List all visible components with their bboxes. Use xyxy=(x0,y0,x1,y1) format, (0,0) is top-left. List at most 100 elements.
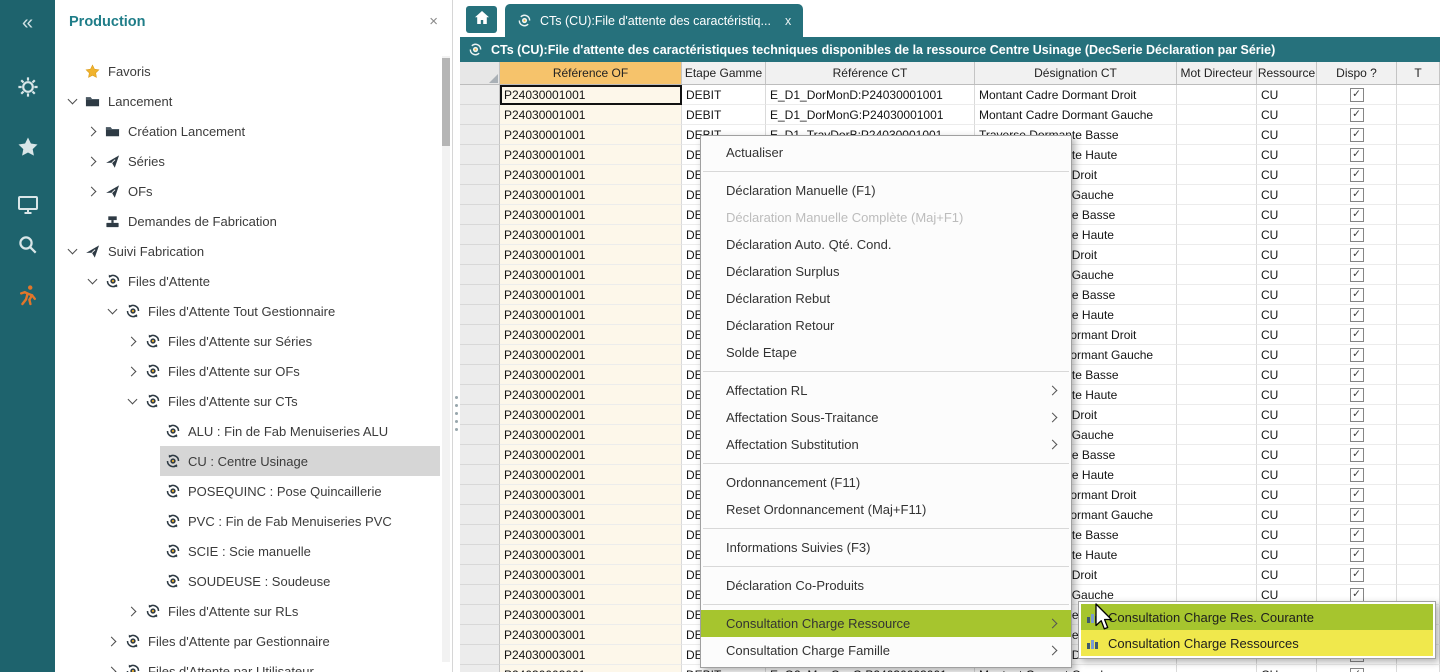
row-selector[interactable] xyxy=(460,625,500,645)
cell-mot[interactable] xyxy=(1177,265,1257,285)
dispo-checkbox[interactable]: ✓ xyxy=(1350,568,1364,582)
cell-ressource[interactable]: CU xyxy=(1257,225,1317,245)
dispo-checkbox[interactable]: ✓ xyxy=(1350,188,1364,202)
row-selector[interactable] xyxy=(460,485,500,505)
menu-item[interactable]: Consultation Charge Famille xyxy=(701,637,1071,664)
tree-item[interactable]: CU : Centre Usinage xyxy=(55,446,440,476)
column-header-5[interactable]: Mot Directeur xyxy=(1177,62,1257,84)
cell-mot[interactable] xyxy=(1177,445,1257,465)
row-selector[interactable] xyxy=(460,645,500,665)
home-button[interactable] xyxy=(466,6,497,33)
cell-ressource[interactable]: CU xyxy=(1257,285,1317,305)
column-header-6[interactable]: Ressource xyxy=(1257,62,1317,84)
tree-item[interactable]: Suivi Fabrication xyxy=(55,236,440,266)
tree-item[interactable]: Files d'Attente par Utilisateur xyxy=(55,656,440,672)
cell-mot[interactable] xyxy=(1177,545,1257,565)
menu-item[interactable]: Reset Ordonnancement (Maj+F11) xyxy=(701,496,1071,523)
chevron-expanded-icon[interactable] xyxy=(64,243,80,259)
row-selector[interactable] xyxy=(460,545,500,565)
row-selector[interactable] xyxy=(460,85,500,105)
sidebar-close-button[interactable]: × xyxy=(429,13,438,30)
column-header-1[interactable]: Référence OF xyxy=(500,62,682,84)
cell-ressource[interactable]: CU xyxy=(1257,525,1317,545)
cell-dispo[interactable]: ✓ xyxy=(1317,185,1397,205)
tree-item[interactable]: Files d'Attente sur CTs xyxy=(55,386,440,416)
dispo-checkbox[interactable]: ✓ xyxy=(1350,668,1364,672)
cell-extra[interactable] xyxy=(1397,565,1440,585)
chevron-collapsed-icon[interactable] xyxy=(104,633,120,649)
cell-of[interactable]: P24030003001 xyxy=(500,565,682,585)
cell-ressource[interactable]: CU xyxy=(1257,405,1317,425)
row-selector[interactable] xyxy=(460,145,500,165)
dispo-checkbox[interactable]: ✓ xyxy=(1350,488,1364,502)
dispo-checkbox[interactable]: ✓ xyxy=(1350,468,1364,482)
tree-item[interactable]: Demandes de Fabrication xyxy=(55,206,440,236)
cell-of[interactable]: P24030001001 xyxy=(500,125,682,145)
chevron-expanded-icon[interactable] xyxy=(104,303,120,319)
chevron-collapsed-icon[interactable] xyxy=(104,663,120,672)
cell-of[interactable]: P24030001001 xyxy=(500,85,682,105)
cell-extra[interactable] xyxy=(1397,385,1440,405)
menu-item[interactable]: Déclaration Manuelle (F1) xyxy=(701,177,1071,204)
cell-of[interactable]: P24030002001 xyxy=(500,365,682,385)
cell-extra[interactable] xyxy=(1397,325,1440,345)
column-header-7[interactable]: Dispo ? xyxy=(1317,62,1397,84)
cell-dispo[interactable]: ✓ xyxy=(1317,465,1397,485)
cell-mot[interactable] xyxy=(1177,245,1257,265)
cell-of[interactable]: P24030003001 xyxy=(500,645,682,665)
tree-item-inner[interactable]: Suivi Fabrication xyxy=(80,236,440,266)
cell-of[interactable]: P24030002001 xyxy=(500,425,682,445)
tree-item-inner[interactable]: CU : Centre Usinage xyxy=(160,446,440,476)
menu-item[interactable]: Déclaration Surplus xyxy=(701,258,1071,285)
row-selector[interactable] xyxy=(460,285,500,305)
dispo-checkbox[interactable]: ✓ xyxy=(1350,328,1364,342)
tree-item[interactable]: Files d'Attente sur Séries xyxy=(55,326,440,356)
row-selector[interactable] xyxy=(460,105,500,125)
dispo-checkbox[interactable]: ✓ xyxy=(1350,168,1364,182)
tree-item[interactable]: PVC : Fin de Fab Menuiseries PVC xyxy=(55,506,440,536)
row-selector[interactable] xyxy=(460,325,500,345)
cell-dispo[interactable]: ✓ xyxy=(1317,245,1397,265)
tree-item-inner[interactable]: Favoris xyxy=(80,56,440,86)
collapse-panel-button[interactable]: « xyxy=(0,2,55,44)
cell-of[interactable]: P24030001001 xyxy=(500,185,682,205)
row-selector[interactable] xyxy=(460,665,500,672)
menu-item[interactable]: Déclaration Manuelle Complète (Maj+F1) xyxy=(701,204,1071,231)
cell-ressource[interactable]: CU xyxy=(1257,345,1317,365)
chevron-expanded-icon[interactable] xyxy=(84,273,100,289)
cell-dispo[interactable]: ✓ xyxy=(1317,225,1397,245)
cell-of[interactable]: P24030001001 xyxy=(500,145,682,165)
cell-ressource[interactable]: CU xyxy=(1257,665,1317,672)
cell-of[interactable]: P24030003001 xyxy=(500,505,682,525)
cell-mot[interactable] xyxy=(1177,165,1257,185)
cell-ressource[interactable]: CU xyxy=(1257,325,1317,345)
cell-ressource[interactable]: CU xyxy=(1257,145,1317,165)
tree-item-inner[interactable]: SCIE : Scie manuelle xyxy=(160,536,440,566)
table-row[interactable]: P24030001001DEBITE_D1_DorMonG:P240300010… xyxy=(460,105,1440,125)
tree-item-inner[interactable]: OFs xyxy=(100,176,440,206)
cell-dispo[interactable]: ✓ xyxy=(1317,165,1397,185)
cell-mot[interactable] xyxy=(1177,425,1257,445)
cell-extra[interactable] xyxy=(1397,285,1440,305)
cell-ressource[interactable]: CU xyxy=(1257,565,1317,585)
row-selector[interactable] xyxy=(460,425,500,445)
tree-item-inner[interactable]: Files d'Attente sur RLs xyxy=(140,596,440,626)
table-row[interactable]: P24030001001DEBITE_D1_DorMonD:P240300010… xyxy=(460,85,1440,105)
chevron-collapsed-icon[interactable] xyxy=(124,333,140,349)
cell-mot[interactable] xyxy=(1177,345,1257,365)
menu-item[interactable]: Affectation RL xyxy=(701,377,1071,404)
tree-item[interactable]: Files d'Attente sur RLs xyxy=(55,596,440,626)
cell-dispo[interactable]: ✓ xyxy=(1317,525,1397,545)
cell-designation[interactable]: Montant Cadre Dormant Droit xyxy=(975,85,1177,105)
cell-ct[interactable]: E_D1_DorMonG:P24030001001 xyxy=(766,105,975,125)
tree-item-inner[interactable]: ALU : Fin de Fab Menuiseries ALU xyxy=(160,416,440,446)
cell-mot[interactable] xyxy=(1177,365,1257,385)
row-selector[interactable] xyxy=(460,245,500,265)
menu-item[interactable]: Déclaration Rebut xyxy=(701,285,1071,312)
row-selector[interactable] xyxy=(460,165,500,185)
row-selector[interactable] xyxy=(460,565,500,585)
cell-extra[interactable] xyxy=(1397,185,1440,205)
cell-dispo[interactable]: ✓ xyxy=(1317,365,1397,385)
cell-ressource[interactable]: CU xyxy=(1257,165,1317,185)
settings-rail-button[interactable] xyxy=(0,68,55,110)
